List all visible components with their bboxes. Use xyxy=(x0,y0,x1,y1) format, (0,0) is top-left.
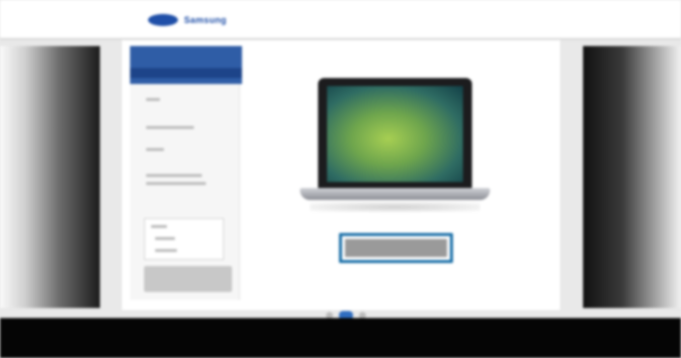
info-line-3 xyxy=(155,249,177,252)
sidebar-header[interactable] xyxy=(130,46,242,84)
sidebar-info-box xyxy=(144,218,224,260)
nav-divider xyxy=(0,38,681,39)
sidebar-item-4[interactable] xyxy=(146,174,202,177)
info-line-2 xyxy=(155,237,175,240)
laptop-base xyxy=(300,188,490,200)
sidebar-item-2[interactable] xyxy=(146,126,194,129)
top-navigation-bar: Samsung xyxy=(0,0,681,40)
info-line-1 xyxy=(151,225,167,228)
sidebar-item-1[interactable] xyxy=(146,98,160,101)
sidebar xyxy=(130,46,240,300)
sidebar-item-3[interactable] xyxy=(146,148,164,151)
logo-ellipse-icon xyxy=(148,14,178,26)
logo-text: Samsung xyxy=(184,15,227,25)
brand-logo[interactable]: Samsung xyxy=(148,11,238,29)
left-decorative-panel xyxy=(0,46,100,308)
sidebar-item-4-sub xyxy=(146,182,206,185)
laptop-shadow xyxy=(310,202,480,212)
footer xyxy=(0,318,681,358)
sidebar-action-button[interactable] xyxy=(144,266,232,292)
cta-button[interactable] xyxy=(345,239,447,257)
laptop-screen xyxy=(327,86,463,182)
right-decorative-panel xyxy=(583,46,681,308)
laptop-product-image xyxy=(300,78,490,218)
